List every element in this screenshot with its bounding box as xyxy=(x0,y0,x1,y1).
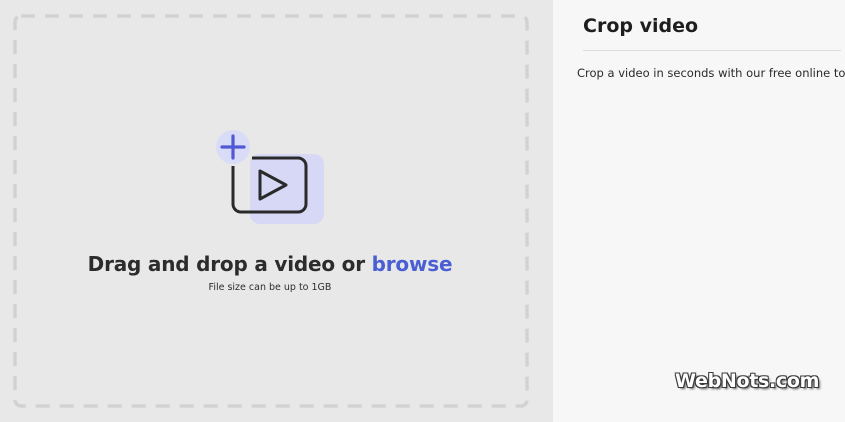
panel-title: Crop video xyxy=(583,15,699,37)
drop-title: Drag and drop a video or browse xyxy=(0,252,540,276)
watermark-logo: WebNots.com xyxy=(675,370,820,392)
panel-divider xyxy=(583,50,841,51)
add-video-icon[interactable] xyxy=(216,128,328,228)
file-size-note: File size can be up to 1GB xyxy=(208,282,332,293)
drop-pane: Drag and drop a video or browse File siz… xyxy=(0,0,553,422)
side-panel: Crop video Crop a video in seconds with … xyxy=(553,0,845,422)
drop-title-text: Drag and drop a video or xyxy=(87,252,372,276)
app-root: Drag and drop a video or browse File siz… xyxy=(0,0,845,422)
browse-link[interactable]: browse xyxy=(372,252,453,276)
panel-description: Crop a video in seconds with our free on… xyxy=(577,66,845,80)
